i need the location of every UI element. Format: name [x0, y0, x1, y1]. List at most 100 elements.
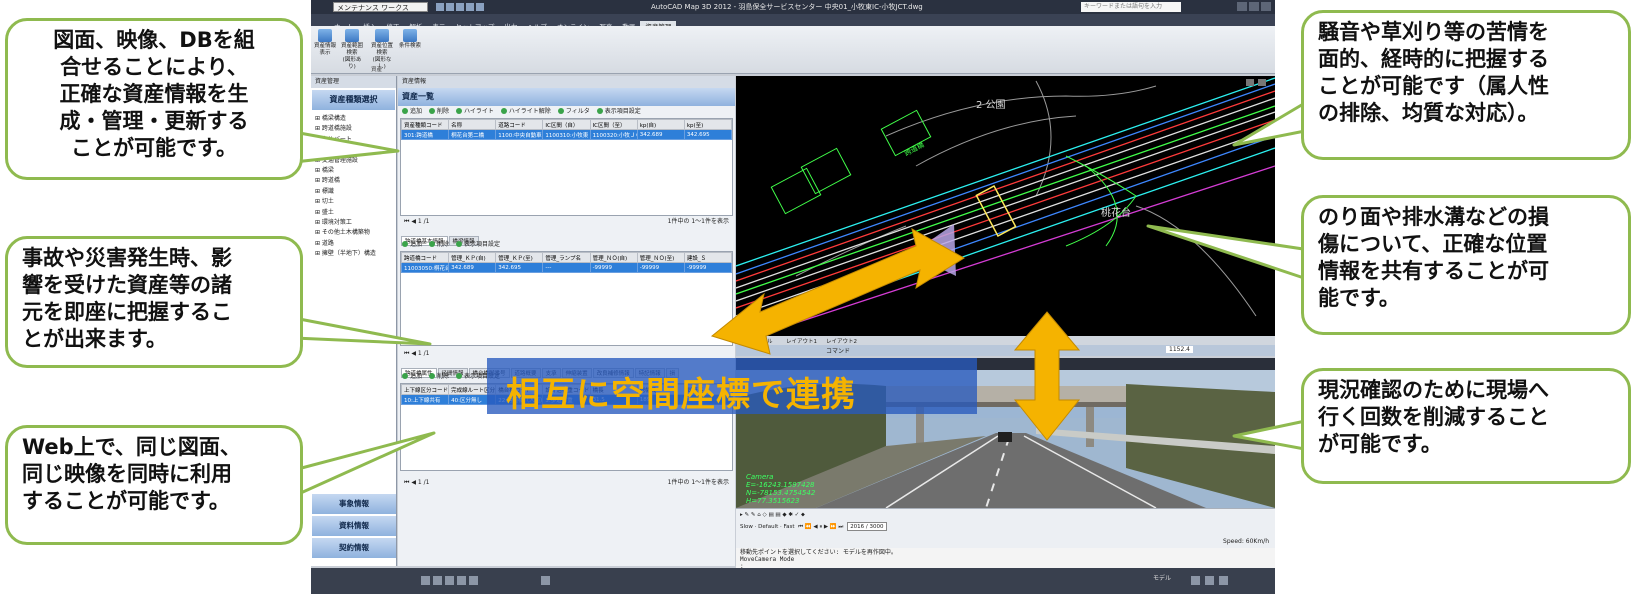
table-row[interactable]: 301:跨道橋 桐花台第二橋 1100:中央自動車道 1100310:小牧東 11003…: [401, 129, 732, 140]
table-cell[interactable]: -99999: [636, 262, 685, 273]
page-number[interactable]: 1: [418, 479, 422, 486]
table-cell[interactable]: 301:跨道橋: [401, 129, 450, 140]
new-icon[interactable]: [436, 3, 444, 11]
column-header[interactable]: 管理_ＫＰ(至): [495, 252, 544, 263]
open-icon[interactable]: [446, 3, 454, 11]
workspace-icon[interactable]: [1205, 576, 1214, 585]
layout-tab-2[interactable]: レイアウト2: [826, 337, 857, 345]
column-header[interactable]: 管理_ＮＯ(自): [589, 252, 638, 263]
command-line[interactable]: 移動先ポイントを選択してください: モデルを再作図中。 MoveCamera M…: [736, 548, 1275, 570]
table-cell[interactable]: 10:上下線共有: [401, 394, 450, 405]
contract-info-tab[interactable]: 契約情報: [312, 538, 396, 558]
first-page-icon[interactable]: ⏮: [404, 479, 409, 486]
redo-icon[interactable]: [476, 3, 484, 11]
close-icon[interactable]: [1261, 2, 1271, 11]
grid-icon[interactable]: [433, 576, 442, 585]
toolbar-button[interactable]: 表示項目設定: [597, 108, 641, 115]
tree-item[interactable]: ⊞ 橋梁: [315, 166, 392, 176]
tree-item[interactable]: ⊞ カルバート: [315, 135, 392, 145]
prev-page-icon[interactable]: ◀: [411, 218, 416, 225]
column-header[interactable]: kp(至): [683, 119, 732, 130]
column-header[interactable]: 名称: [448, 119, 497, 130]
toolbar-button[interactable]: 追加: [402, 108, 422, 115]
quick-access-toolbar[interactable]: [436, 2, 496, 12]
column-header[interactable]: IC区間（自）: [542, 119, 591, 130]
toolbar-button[interactable]: ハイライト: [456, 108, 494, 115]
toolbar-button[interactable]: フィルタ: [558, 108, 590, 115]
table-cell[interactable]: 1100320:小牧ＪＣＴ: [589, 129, 638, 140]
tree-item[interactable]: ⊞ 擁壁（半地下）構造: [315, 249, 392, 259]
scale-value[interactable]: 1152.4: [1166, 346, 1193, 353]
annotation-icon[interactable]: [1191, 576, 1200, 585]
table-cell[interactable]: -99999: [589, 262, 638, 273]
tree-item[interactable]: ⊞ 標識: [315, 187, 392, 197]
page-number[interactable]: 1: [418, 350, 422, 357]
event-info-tab[interactable]: 事象情報: [312, 494, 396, 514]
fast-button[interactable]: Fast: [784, 524, 795, 530]
first-page-icon[interactable]: ⏮: [404, 218, 409, 225]
ortho-icon[interactable]: [445, 576, 454, 585]
tree-item[interactable]: ⊞ 橋梁構造: [315, 114, 392, 124]
lock-icon[interactable]: [1219, 576, 1228, 585]
maximize-icon[interactable]: [1249, 2, 1259, 11]
frame-counter[interactable]: 2016 / 3000: [846, 522, 887, 531]
table-cell[interactable]: 11003050:桐花台第二橋: [401, 262, 450, 273]
search-input[interactable]: キーワードまたは語句を入力: [1081, 2, 1181, 12]
tree-item[interactable]: ⊞ 交通管理施設: [315, 156, 392, 166]
minimize-icon[interactable]: [1237, 2, 1247, 11]
layout-icon[interactable]: [541, 576, 550, 585]
layout-tab-model[interactable]: モデル: [756, 337, 773, 345]
column-header[interactable]: 道路コード: [495, 119, 544, 130]
toolbar-button[interactable]: 削除: [429, 373, 449, 380]
layout-tab-1[interactable]: レイアウト1: [786, 337, 817, 345]
prev-page-icon[interactable]: ◀: [411, 350, 416, 357]
range-search-button[interactable]: 資産範囲検索 (図形あり): [339, 29, 365, 71]
cad-viewport[interactable]: 2 公園 桃花台 跨道橋: [736, 76, 1275, 336]
toolbar-button[interactable]: ハイライト解除: [501, 108, 551, 115]
command-label[interactable]: コマンド: [826, 346, 850, 355]
toolbar-button[interactable]: 削除: [429, 108, 449, 115]
undo-icon[interactable]: [466, 3, 474, 11]
table-cell[interactable]: 1100310:小牧東: [542, 129, 591, 140]
table-cell[interactable]: 342.689: [636, 129, 685, 140]
tree-item[interactable]: ⊞ 盛土: [315, 208, 392, 218]
prev-page-icon[interactable]: ◀: [411, 479, 416, 486]
asset-type-select-tab[interactable]: 資産種類選択: [312, 90, 395, 110]
slow-button[interactable]: Slow: [740, 524, 753, 530]
playback-controls-icon[interactable]: ⏮ ⏪ ◀ ⏸ ▶ ⏩ ⏭: [798, 524, 843, 530]
column-header[interactable]: 建設_Ｓ: [683, 252, 732, 263]
column-header[interactable]: 管理_ランプ名: [542, 252, 591, 263]
page-number[interactable]: 1: [418, 218, 422, 225]
model-space-label[interactable]: モデル: [1153, 573, 1171, 582]
snap-icon[interactable]: [421, 576, 430, 585]
table-cell[interactable]: -99999: [683, 262, 732, 273]
document-info-tab[interactable]: 資料情報: [312, 516, 396, 536]
toolbar-button[interactable]: 削除: [429, 241, 449, 248]
polar-icon[interactable]: [457, 576, 466, 585]
asset-info-button[interactable]: 資産情報 表示: [314, 29, 336, 57]
table-cell[interactable]: 桐花台第二橋: [448, 129, 497, 140]
column-header[interactable]: 上下線区分コード: [401, 384, 450, 395]
first-page-icon[interactable]: ⏮: [404, 350, 409, 357]
toolbar-button[interactable]: 追加: [402, 241, 422, 248]
tree-item[interactable]: ⊞ その他土木構築物: [315, 228, 392, 238]
tree-item[interactable]: ⊞ 道路: [315, 239, 392, 249]
table-cell[interactable]: 342.689: [448, 262, 497, 273]
table-cell[interactable]: ---: [542, 262, 591, 273]
default-button[interactable]: Default: [758, 524, 778, 530]
table-cell[interactable]: 1100:中央自動車道: [495, 129, 544, 140]
column-header[interactable]: 資産種類コード: [401, 119, 450, 130]
column-header[interactable]: 管理_ＫＰ(自): [448, 252, 497, 263]
tree-item[interactable]: ⊞ 跨道橋施設: [315, 124, 392, 134]
condition-search-button[interactable]: 条件検索: [399, 29, 421, 50]
workspace-dropdown[interactable]: メンテナンス ワークス: [333, 2, 428, 12]
column-header[interactable]: kp(自): [636, 119, 685, 130]
toolbar-button[interactable]: 表示項目設定: [456, 241, 500, 248]
osnap-icon[interactable]: [469, 576, 478, 585]
tree-item[interactable]: ⊞ 切土: [315, 197, 392, 207]
column-header[interactable]: 管理_ＮＯ(至): [636, 252, 685, 263]
column-header[interactable]: IC区間（至）: [589, 119, 638, 130]
toolbar-button[interactable]: 追加: [402, 373, 422, 380]
table-cell[interactable]: 342.695: [683, 129, 732, 140]
tree-item[interactable]: ⊞ 跨道橋: [315, 176, 392, 186]
